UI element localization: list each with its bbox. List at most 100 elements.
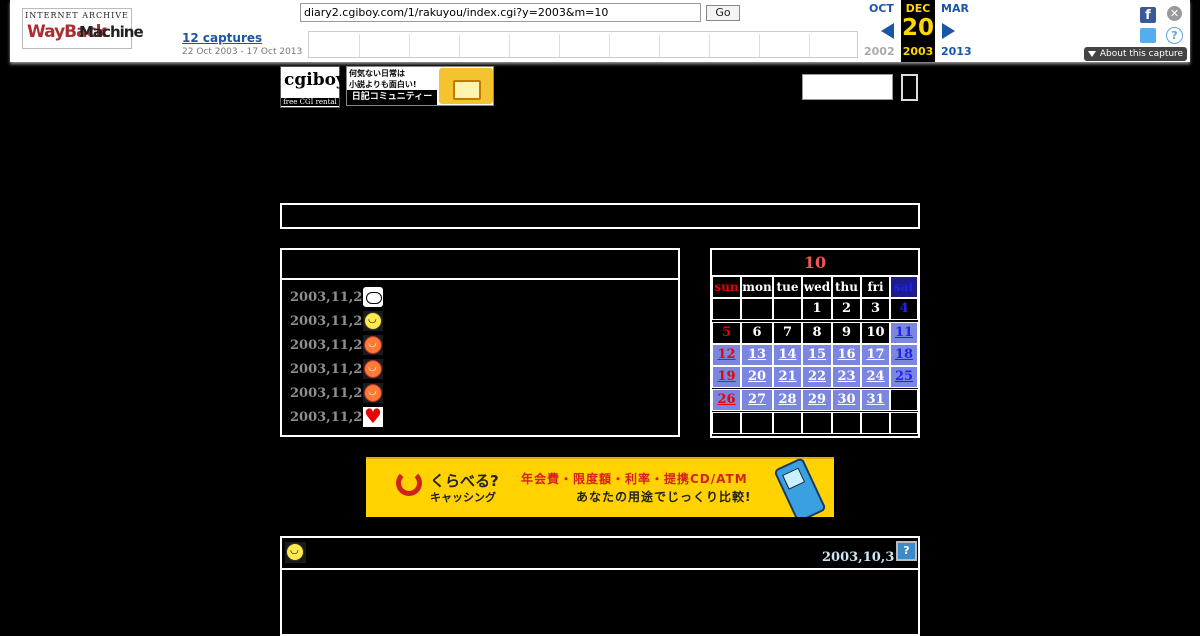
calendar-title: 10: [712, 250, 918, 276]
wayback-logo[interactable]: INTERNET ARCHIVE WayBack Machine: [22, 8, 144, 49]
next-capture-arrow-icon[interactable]: [942, 23, 955, 39]
next-month-label[interactable]: MAR: [941, 2, 969, 15]
calendar-empty-cell: [712, 412, 741, 434]
prev-capture-arrow-icon[interactable]: [881, 23, 894, 39]
calendar-empty-cell: [890, 412, 918, 434]
calendar-day[interactable]: 19: [712, 366, 741, 388]
recent-entry-date[interactable]: 2003,11,26: [290, 290, 371, 305]
cgiboy-logo[interactable]: cgiboy. free CGI rental: [280, 66, 350, 108]
recent-entry-row[interactable]: 2003,11,23: [290, 358, 590, 380]
recent-entry-date[interactable]: 2003,11,23: [290, 362, 371, 377]
month-calendar: 10 sun mon tue wed thu fri sat 1 2 3 4 5 6 7 8 9 10 11 12 1…: [710, 248, 920, 438]
about-capture-button[interactable]: About this capture: [1084, 47, 1187, 61]
calendar-day[interactable]: 17: [861, 344, 890, 366]
calendar-day[interactable]: 21: [773, 366, 802, 388]
recent-entry-row[interactable]: 2003,11,21: [290, 404, 590, 428]
about-capture-label: About this capture: [1099, 49, 1184, 59]
recent-entry-date[interactable]: 2003,11,21: [290, 410, 371, 425]
calendar-day[interactable]: 25: [890, 366, 918, 388]
next-year-label[interactable]: 2013: [941, 45, 972, 58]
sparkline-year-divider: [359, 34, 360, 57]
calendar-day[interactable]: 26: [712, 389, 741, 411]
sparkline-year-divider: [609, 34, 610, 57]
smiley-orange-icon: [363, 359, 383, 379]
heart-icon: [363, 404, 383, 428]
sparkline-year-divider: [709, 34, 710, 57]
calendar-day[interactable]: 28: [773, 389, 802, 411]
calendar-empty-cell: [773, 298, 802, 320]
sparkline-year-divider: [809, 34, 810, 57]
smiley-yellow-icon: [363, 311, 383, 331]
recent-entry-row[interactable]: 2003,11,24: [290, 334, 590, 356]
close-icon[interactable]: ✕: [1167, 6, 1182, 21]
url-input[interactable]: [300, 3, 701, 22]
mobile-phone-icon: [773, 457, 827, 517]
calendar-day[interactable]: 31: [861, 389, 890, 411]
chevron-down-icon: [1087, 50, 1096, 57]
calendar-empty-cell: [773, 412, 802, 434]
smiley-yellow-icon: [285, 542, 306, 563]
calendar-day: 8: [802, 322, 832, 344]
help-icon[interactable]: ?: [1166, 27, 1183, 44]
ad-line1: 年会費・限度額・利率・提携CD/ATM: [521, 472, 748, 486]
ad-subtitle: キャッシング: [430, 491, 496, 504]
captures-link[interactable]: 12 captures: [182, 31, 262, 45]
nav-bar: [280, 203, 920, 229]
prev-month-label[interactable]: OCT: [869, 2, 894, 15]
calendar-day[interactable]: 14: [773, 344, 802, 366]
calendar-day: 6: [741, 322, 773, 344]
diary-community-banner[interactable]: 何気ない日常は 小説よりも面白い! 日記コミュニティー: [346, 66, 494, 106]
recent-entry-date[interactable]: 2003,11,22: [290, 386, 371, 401]
calendar-day[interactable]: 15: [802, 344, 832, 366]
calendar-empty-cell: [890, 389, 918, 411]
calendar-empty-cell: [741, 298, 773, 320]
ad-top-rule: [366, 457, 834, 459]
search-input[interactable]: [802, 74, 893, 100]
entry-date: 2003,10,31: [822, 550, 904, 565]
sparkline-year-divider: [659, 34, 660, 57]
recent-entry-date[interactable]: 2003,11,25: [290, 314, 371, 329]
calendar-empty-cell: [712, 298, 741, 320]
calendar-day: 9: [832, 322, 861, 344]
calendar-day[interactable]: 24: [861, 366, 890, 388]
calendar-day[interactable]: 30: [832, 389, 861, 411]
sparkline-year-divider: [509, 34, 510, 57]
recent-entry-row[interactable]: 2003,11,22: [290, 382, 590, 404]
calendar-day[interactable]: 29: [802, 389, 832, 411]
go-button[interactable]: Go: [706, 5, 740, 21]
prev-year-label: 2002: [864, 45, 895, 58]
search-button[interactable]: [901, 74, 918, 101]
entry-header: 2003,10,31 ?: [282, 538, 918, 570]
recent-entry-row[interactable]: 2003,11,26: [290, 286, 590, 308]
recent-entry-date[interactable]: 2003,11,24: [290, 338, 371, 353]
wayback-logo-top: INTERNET ARCHIVE: [25, 11, 129, 20]
calendar-day[interactable]: 16: [832, 344, 861, 366]
calendar-empty-cell: [861, 412, 890, 434]
calendar-weekday-wed: wed: [802, 276, 832, 298]
book-icon: [453, 80, 481, 100]
calendar-day[interactable]: 12: [712, 344, 741, 366]
capture-sparkline[interactable]: [308, 31, 858, 58]
calendar-weekday-mon: mon: [741, 276, 773, 298]
ad-banner[interactable]: くらべる? キャッシング 年会費・限度額・利率・提携CD/ATM あなたの用途で…: [366, 457, 834, 517]
calendar-day[interactable]: 18: [890, 344, 918, 366]
sparkline-year-divider: [759, 34, 760, 57]
ad-logo-icon: [396, 470, 422, 496]
calendar-day[interactable]: 11: [890, 322, 918, 344]
sparkline-year-divider: [409, 34, 410, 57]
calendar-day: 5: [712, 322, 741, 344]
calendar-day[interactable]: 23: [832, 366, 861, 388]
current-month-label: DEC: [905, 2, 931, 15]
calendar-weekday-sat: sat: [890, 276, 918, 298]
recent-entry-row[interactable]: 2003,11,25: [290, 310, 590, 332]
facebook-icon[interactable]: f: [1140, 7, 1156, 23]
twitter-icon[interactable]: [1140, 28, 1156, 43]
entry-help-icon[interactable]: ?: [896, 541, 917, 561]
calendar-day[interactable]: 20: [741, 366, 773, 388]
wayback-toolbar: INTERNET ARCHIVE WayBack Machine 12 capt…: [0, 0, 1200, 66]
calendar-day[interactable]: 22: [802, 366, 832, 388]
diary-entry-panel: 2003,10,31 ?: [280, 536, 920, 636]
calendar-day[interactable]: 13: [741, 344, 773, 366]
calendar-weekday-fri: fri: [861, 276, 890, 298]
calendar-day[interactable]: 27: [741, 389, 773, 411]
